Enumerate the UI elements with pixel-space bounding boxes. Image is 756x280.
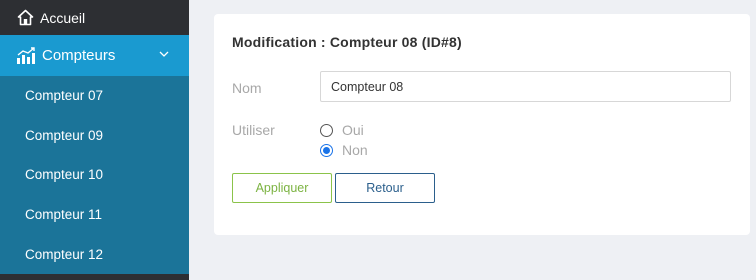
submenu-item-label: Compteur 09 <box>25 127 104 143</box>
radio-non[interactable] <box>320 143 333 157</box>
submenu-item-compteur-10[interactable]: Compteur 10 <box>0 155 189 195</box>
edit-form-card: Modification : Compteur 08 (ID#8) Nom Ut… <box>214 14 750 235</box>
name-input[interactable] <box>320 71 731 102</box>
submenu-item-label: Compteur 12 <box>25 246 104 262</box>
submenu-item-compteur-09[interactable]: Compteur 09 <box>0 116 189 156</box>
submenu-item-compteur-12[interactable]: Compteur 12 <box>0 234 189 274</box>
nav-item-compteurs[interactable]: Compteurs <box>0 35 189 76</box>
chart-icon <box>16 46 36 66</box>
sidebar: Accueil Compteurs Compteur 07 Compteur 0… <box>0 0 189 280</box>
name-label: Nom <box>232 80 262 96</box>
submenu-item-compteur-11[interactable]: Compteur 11 <box>0 195 189 235</box>
radio-non-label: Non <box>342 142 368 158</box>
radio-oui-label: Oui <box>342 122 364 138</box>
radio-oui[interactable] <box>320 123 333 137</box>
submenu-item-label: Compteur 10 <box>25 167 104 183</box>
sidebar-footer <box>0 274 189 280</box>
radio-option-non[interactable]: Non <box>320 142 368 158</box>
submenu-item-compteur-07[interactable]: Compteur 07 <box>0 76 189 116</box>
back-button[interactable]: Retour <box>335 173 435 203</box>
submenu-item-label: Compteur 07 <box>25 88 104 104</box>
nav-item-compteurs-label: Compteurs <box>42 47 116 64</box>
nav-item-home-label: Accueil <box>40 9 86 26</box>
chevron-down-icon[interactable] <box>157 47 171 61</box>
form-title: Modification : Compteur 08 (ID#8) <box>232 34 462 50</box>
radio-option-oui[interactable]: Oui <box>320 122 364 138</box>
use-label: Utiliser <box>232 122 275 138</box>
submenu: Compteur 07 Compteur 09 Compteur 10 Comp… <box>0 76 189 274</box>
apply-button[interactable]: Appliquer <box>232 173 332 203</box>
home-icon <box>16 9 34 27</box>
nav-item-home[interactable]: Accueil <box>0 0 189 35</box>
submenu-item-label: Compteur 11 <box>25 207 103 223</box>
